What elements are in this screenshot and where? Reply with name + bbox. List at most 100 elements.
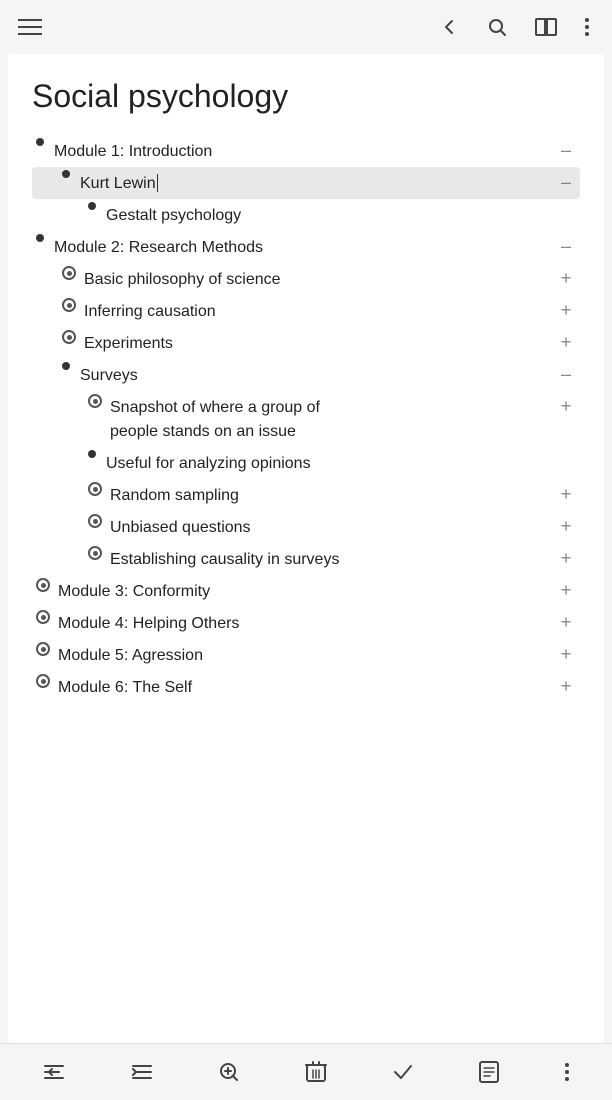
menu-icon[interactable] [18, 19, 42, 35]
bullet-icon [88, 394, 110, 408]
list-item: Module 4: Helping Others+ [32, 607, 580, 639]
collapse-button[interactable]: – [552, 170, 580, 193]
expand-button[interactable]: + [552, 610, 580, 633]
book-button[interactable] [530, 12, 562, 42]
list-item: Kurt Lewin– [32, 167, 580, 199]
item-text: Snapshot of where a group of people stan… [110, 394, 552, 444]
bullet-icon [36, 138, 54, 146]
item-text: Experiments [84, 330, 552, 356]
collapse-button[interactable]: – [552, 138, 580, 161]
top-bar-right [434, 12, 594, 42]
collapse-button[interactable]: – [552, 234, 580, 257]
bullet-icon [88, 482, 110, 496]
expand-button[interactable]: + [552, 394, 580, 417]
bullet-icon [36, 578, 58, 592]
bullet-icon [88, 202, 106, 210]
outline-row[interactable]: Module 3: Conformity+ [32, 575, 580, 607]
top-bar-left [18, 19, 42, 35]
list-item: Basic philosophy of science+ [32, 263, 580, 295]
list-item: Snapshot of where a group of people stan… [32, 391, 580, 447]
outline-row[interactable]: Unbiased questions+ [32, 511, 580, 543]
outline-row[interactable]: Kurt Lewin– [32, 167, 580, 199]
item-text: Basic philosophy of science [84, 266, 552, 292]
item-text: Surveys [80, 362, 552, 388]
item-text: Useful for analyzing opinions [106, 450, 552, 476]
bullet-icon [62, 170, 80, 178]
bullet-icon [62, 362, 80, 370]
outline-row[interactable]: Inferring causation+ [32, 295, 580, 327]
item-text: Module 2: Research Methods [54, 234, 552, 260]
expand-button[interactable]: + [552, 298, 580, 321]
bullet-icon [36, 234, 54, 242]
list-item: Module 1: Introduction– [32, 135, 580, 167]
list-item: Random sampling+ [32, 479, 580, 511]
outline-row[interactable]: Surveys– [32, 359, 580, 391]
item-text: Module 1: Introduction [54, 138, 552, 164]
outline-row[interactable]: Module 6: The Self+ [32, 671, 580, 703]
check-button[interactable] [387, 1056, 419, 1088]
item-text: Module 3: Conformity [58, 578, 552, 604]
outline-row[interactable]: Snapshot of where a group of people stan… [32, 391, 580, 447]
list-item: Inferring causation+ [32, 295, 580, 327]
item-text: Module 5: Agression [58, 642, 552, 668]
indent-button[interactable] [126, 1056, 158, 1088]
expand-button[interactable]: + [552, 330, 580, 353]
bullet-icon [88, 514, 110, 528]
list-item: Useful for analyzing opinions [32, 447, 580, 479]
list-item: Surveys– [32, 359, 580, 391]
outline-row[interactable]: Basic philosophy of science+ [32, 263, 580, 295]
list-item: Unbiased questions+ [32, 511, 580, 543]
outline-row[interactable]: Experiments+ [32, 327, 580, 359]
expand-button[interactable]: + [552, 642, 580, 665]
trash-button[interactable] [301, 1056, 331, 1088]
list-item: Establishing causality in surveys+ [32, 543, 580, 575]
item-text: Random sampling [110, 482, 552, 508]
item-text: Gestalt psychology [106, 202, 552, 228]
zoom-button[interactable] [213, 1056, 245, 1088]
outline-row[interactable]: Module 4: Helping Others+ [32, 607, 580, 639]
expand-button[interactable]: + [552, 482, 580, 505]
outline-row[interactable]: Useful for analyzing opinions [32, 447, 580, 479]
outline-list: Module 1: Introduction–Kurt Lewin–Gestal… [32, 135, 580, 703]
bullet-icon [62, 298, 84, 312]
outline-row[interactable]: Module 2: Research Methods– [32, 231, 580, 263]
bullet-icon [88, 450, 106, 458]
item-text: Module 6: The Self [58, 674, 552, 700]
item-text: Kurt Lewin [80, 170, 552, 196]
bullet-icon [62, 266, 84, 280]
outdent-button[interactable] [38, 1056, 70, 1088]
expand-button[interactable]: + [552, 674, 580, 697]
collapse-button[interactable]: – [552, 362, 580, 385]
outline-row[interactable]: Random sampling+ [32, 479, 580, 511]
bullet-icon [62, 330, 84, 344]
top-bar [0, 0, 612, 54]
content-area: Social psychology Module 1: Introduction… [8, 54, 604, 1043]
outline-row[interactable]: Establishing causality in surveys+ [32, 543, 580, 575]
list-item: Module 3: Conformity+ [32, 575, 580, 607]
more-button[interactable] [580, 12, 594, 42]
outline-row[interactable]: Gestalt psychology [32, 199, 580, 231]
bullet-icon [36, 674, 58, 688]
bullet-icon [88, 546, 110, 560]
expand-button[interactable]: + [552, 266, 580, 289]
list-item: Module 5: Agression+ [32, 639, 580, 671]
expand-button[interactable]: + [552, 578, 580, 601]
bullet-icon [36, 642, 58, 656]
expand-button[interactable]: + [552, 546, 580, 569]
no-action [552, 450, 580, 452]
bottom-more-button[interactable] [560, 1057, 574, 1087]
search-button[interactable] [482, 12, 512, 42]
list-item: Gestalt psychology [32, 199, 580, 231]
list-item: Module 6: The Self+ [32, 671, 580, 703]
outline-row[interactable]: Module 5: Agression+ [32, 639, 580, 671]
list-item: Experiments+ [32, 327, 580, 359]
no-action [552, 202, 580, 204]
list-item: Module 2: Research Methods– [32, 231, 580, 263]
item-text: Unbiased questions [110, 514, 552, 540]
bullet-icon [36, 610, 58, 624]
back-button[interactable] [434, 12, 464, 42]
expand-button[interactable]: + [552, 514, 580, 537]
item-text: Inferring causation [84, 298, 552, 324]
outline-row[interactable]: Module 1: Introduction– [32, 135, 580, 167]
note-button[interactable] [474, 1056, 504, 1088]
